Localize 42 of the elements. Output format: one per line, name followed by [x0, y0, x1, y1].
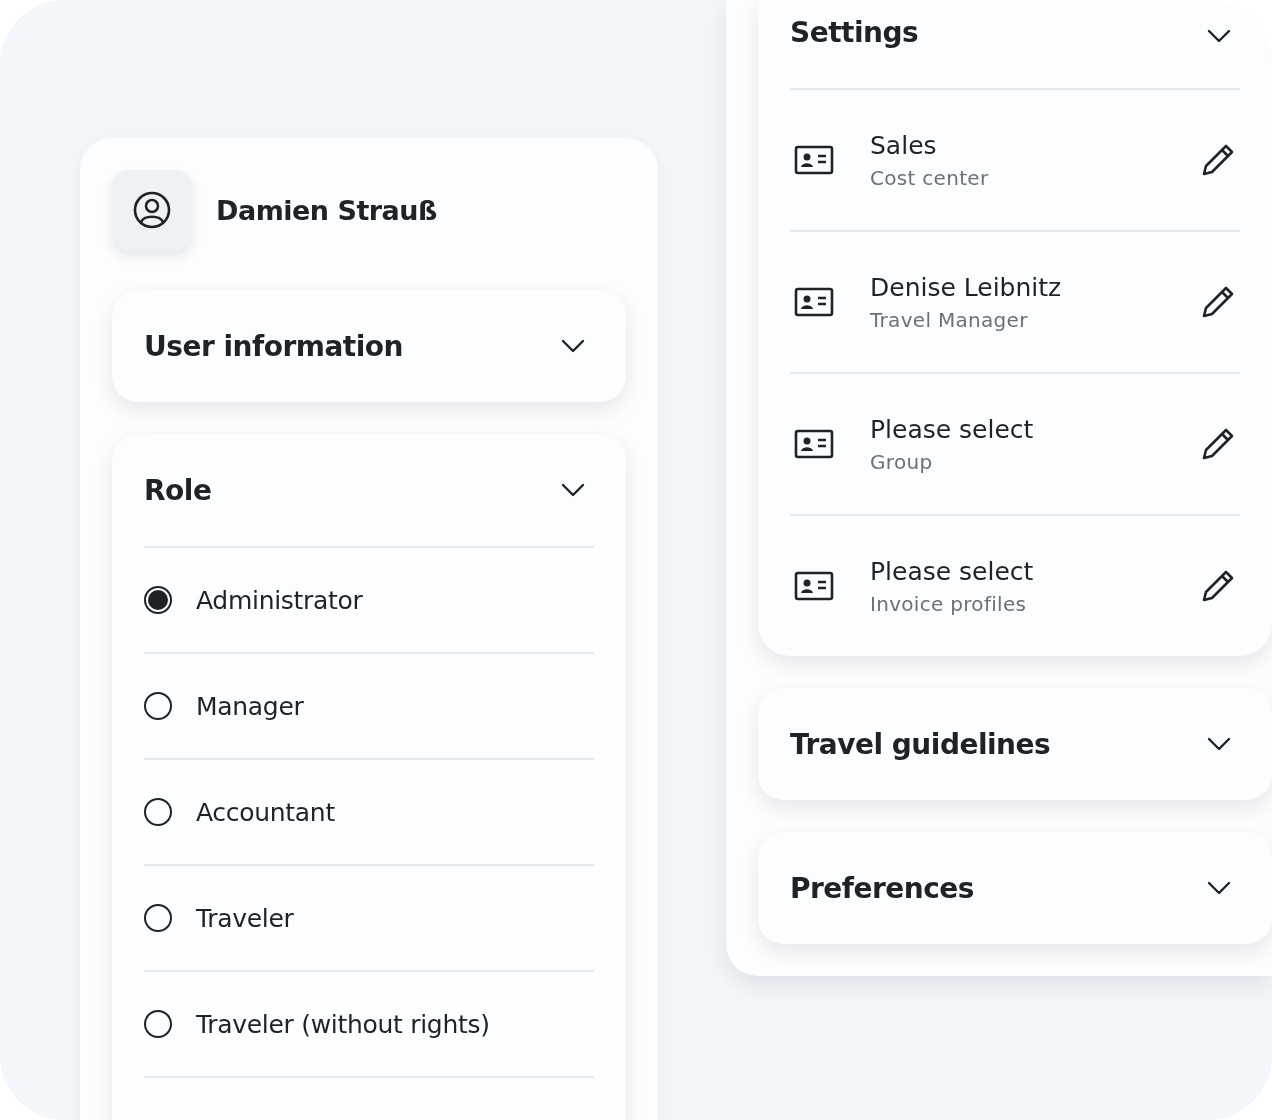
edit-button[interactable]	[1200, 284, 1236, 320]
radio-button[interactable]	[144, 692, 172, 720]
edit-button[interactable]	[1200, 568, 1236, 604]
setting-label: Group	[870, 449, 934, 474]
id-card-icon	[794, 286, 834, 318]
user-icon	[132, 190, 172, 230]
id-card-icon	[794, 570, 834, 602]
section-header[interactable]: User information	[144, 290, 594, 402]
pencil-icon	[1200, 142, 1236, 178]
setting-label: Cost center	[870, 165, 990, 190]
edit-button[interactable]	[1200, 426, 1236, 462]
section-header[interactable]: Preferences	[790, 832, 1240, 944]
section-header[interactable]: Settings	[790, 0, 1240, 90]
setting-label: Travel Manager	[870, 307, 1029, 332]
role-option[interactable]: Traveler	[144, 866, 594, 972]
pencil-icon	[1200, 284, 1236, 320]
role-option[interactable]: Accountant	[144, 760, 594, 866]
pencil-icon	[1200, 426, 1236, 462]
radio-button[interactable]	[144, 586, 172, 614]
id-card-icon	[794, 144, 834, 176]
user-name: Damien Strauß	[216, 194, 437, 226]
setting-value: Please select	[870, 414, 1035, 444]
chevron-icon	[1206, 28, 1232, 44]
id-card-icon	[794, 428, 834, 460]
radio-button[interactable]	[144, 904, 172, 932]
chevron-icon	[560, 482, 586, 498]
section-header[interactable]: Travel guidelines	[790, 688, 1240, 800]
edit-button[interactable]	[1200, 142, 1236, 178]
setting-label: Invoice profiles	[870, 591, 1028, 616]
section-header[interactable]: Role	[144, 434, 594, 548]
radio-button[interactable]	[144, 798, 172, 826]
setting-value: Sales	[870, 130, 938, 160]
role-option[interactable]: Traveler (without rights)	[144, 972, 594, 1078]
role-option[interactable]: Manager	[144, 654, 594, 760]
setting-value: Please select	[870, 556, 1035, 586]
radio-button[interactable]	[144, 1010, 172, 1038]
setting-value: Denise Leibnitz	[870, 272, 1063, 302]
chevron-icon	[1206, 880, 1232, 896]
role-option[interactable]: Administrator	[144, 548, 594, 654]
chevron-icon	[560, 338, 586, 354]
chevron-icon	[1206, 736, 1232, 752]
pencil-icon	[1200, 568, 1236, 604]
